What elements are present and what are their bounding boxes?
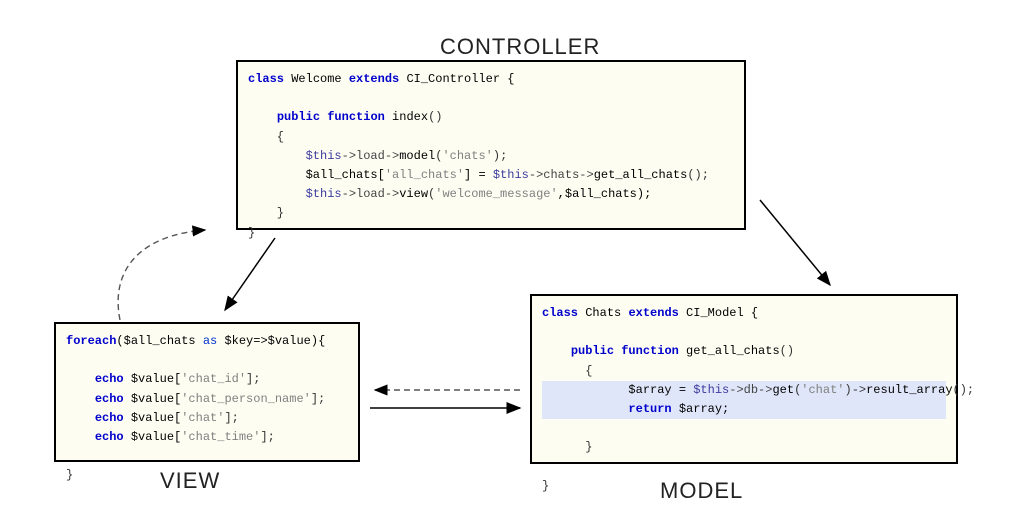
label-model: MODEL	[660, 478, 743, 504]
label-view: VIEW	[160, 468, 220, 494]
model-code-box: class Chats extends CI_Model { public fu…	[530, 294, 958, 464]
view-code-box: foreach($all_chats as $key=>$value){ ech…	[54, 322, 360, 462]
label-controller: CONTROLLER	[440, 34, 600, 60]
controller-code-box: class Welcome extends CI_Controller { pu…	[236, 60, 746, 230]
